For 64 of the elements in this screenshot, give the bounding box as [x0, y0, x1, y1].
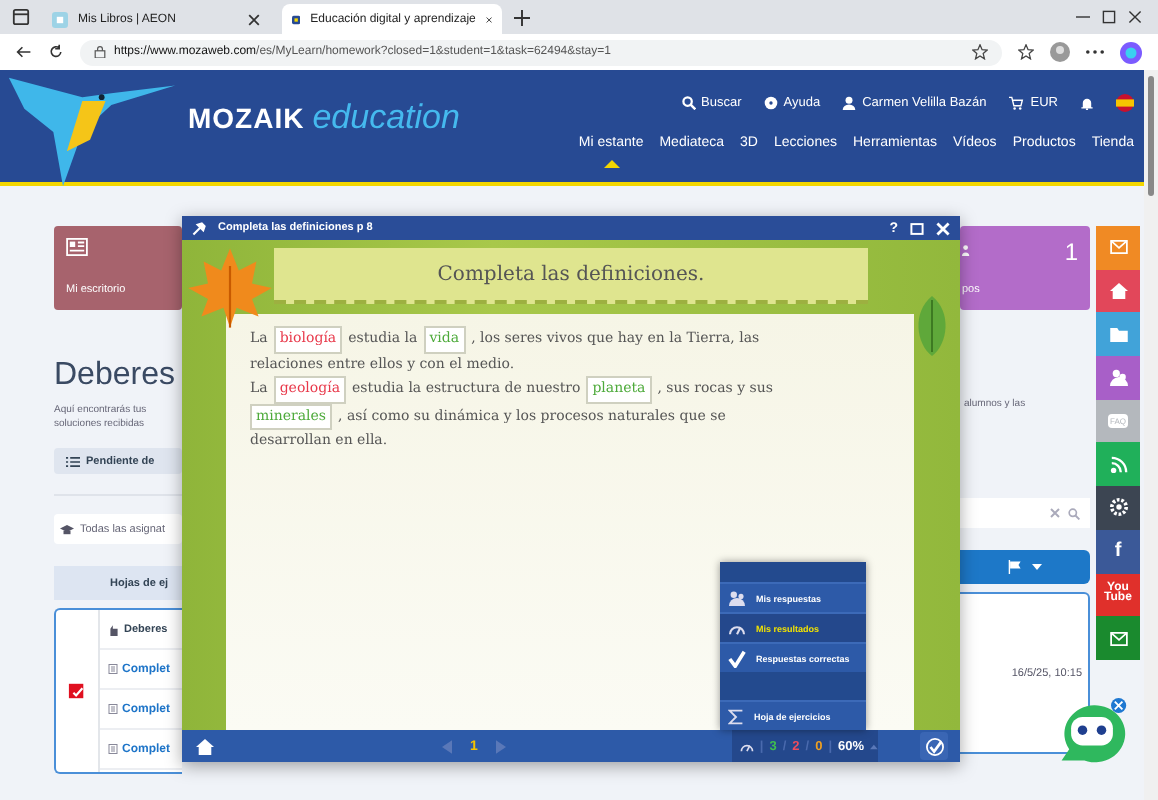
envelope-icon	[1109, 240, 1127, 255]
social-label: f	[1112, 541, 1124, 562]
flag-dropdown-button[interactable]	[960, 550, 1090, 584]
help-bubble-icon	[763, 95, 778, 109]
profile-avatar-icon[interactable]	[1050, 42, 1070, 62]
newspaper-icon	[66, 238, 88, 256]
checkmark-icon	[925, 737, 943, 755]
social-button[interactable]	[1096, 356, 1140, 400]
sigma-icon	[728, 707, 744, 725]
social-button[interactable]	[1096, 486, 1140, 530]
people-icon	[1109, 368, 1127, 387]
site-favicon	[52, 11, 68, 27]
copilot-icon[interactable]	[1120, 41, 1142, 63]
social-button[interactable]	[1096, 312, 1140, 357]
caret-icon	[1032, 564, 1042, 570]
social-button[interactable]: f	[1096, 529, 1140, 573]
exercise-heading: Completa las definiciones.	[437, 263, 705, 285]
maximize-icon[interactable]	[1102, 10, 1116, 24]
back-icon[interactable]	[16, 44, 32, 60]
social-button[interactable]	[1096, 442, 1140, 487]
lock-icon	[94, 46, 106, 58]
caret-up-icon	[870, 743, 878, 749]
hand-icon	[108, 623, 120, 635]
close-icon[interactable]	[485, 13, 492, 25]
gear-icon	[1109, 498, 1127, 517]
gauge-icon	[728, 621, 746, 635]
minimize-icon[interactable]	[1076, 10, 1090, 24]
more-icon[interactable]	[1086, 48, 1104, 56]
user-icon	[842, 95, 857, 109]
document-icon	[108, 744, 118, 754]
rss-icon	[1109, 455, 1127, 474]
bell-icon[interactable]	[1080, 95, 1094, 109]
close-icon[interactable]	[1128, 10, 1142, 24]
new-tab-icon[interactable]	[514, 9, 530, 25]
calendar-check-icon	[68, 682, 86, 700]
favorite-star-icon[interactable]	[972, 44, 988, 60]
close-icon[interactable]	[248, 13, 260, 25]
people-icon	[728, 590, 746, 606]
maple-leaf-drawing	[186, 244, 274, 332]
gauge-icon	[739, 739, 754, 753]
house-icon	[1109, 282, 1127, 301]
cart-icon	[1008, 95, 1025, 109]
list-icon	[66, 455, 80, 467]
brand-subtitle[interactable]: education	[312, 98, 460, 138]
favorites-icon[interactable]	[1018, 44, 1034, 60]
check-button[interactable]	[920, 732, 948, 760]
document-icon	[108, 704, 118, 714]
site-favicon	[292, 11, 301, 27]
scrollbar[interactable]	[1144, 70, 1158, 800]
brand-name[interactable]: MOZAIK	[188, 102, 305, 134]
folder-icon	[1109, 327, 1127, 342]
spain-flag-icon[interactable]	[1116, 93, 1134, 111]
flag-icon	[1008, 560, 1022, 574]
document-icon	[108, 664, 118, 674]
tab-actions-icon[interactable]	[12, 8, 30, 26]
home-icon[interactable]	[196, 737, 214, 755]
reload-icon[interactable]	[48, 44, 64, 60]
checkmark-icon	[728, 649, 746, 667]
envelope-icon	[1109, 631, 1127, 646]
page-title: Deberes	[54, 358, 177, 394]
search-icon	[681, 95, 696, 109]
social-button[interactable]	[1096, 616, 1140, 660]
people-icon	[962, 242, 974, 258]
graduation-cap-icon	[60, 523, 74, 535]
